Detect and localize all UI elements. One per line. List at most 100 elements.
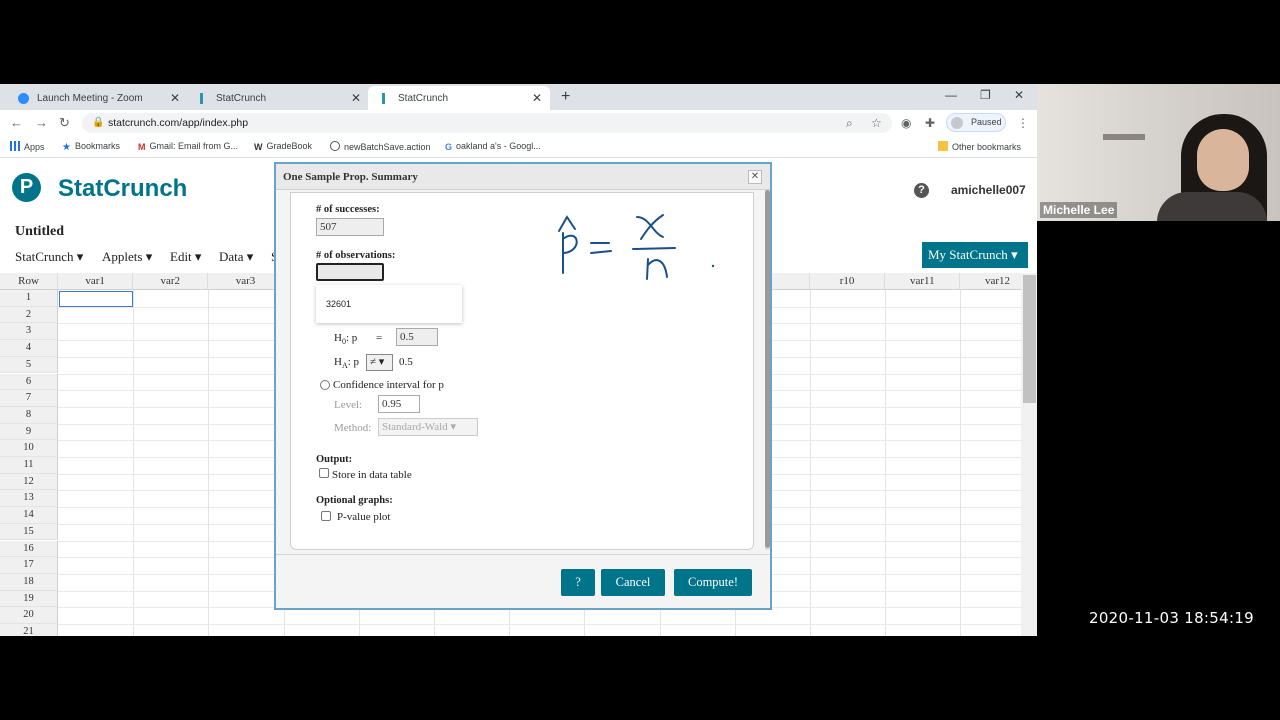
compute-button[interactable]: Compute! [674, 569, 752, 596]
selected-cell[interactable] [59, 291, 133, 307]
column-header[interactable]: var11 [885, 273, 961, 290]
cancel-button[interactable]: Cancel [601, 569, 665, 596]
other-bookmarks[interactable]: Other bookmarks [938, 141, 1021, 152]
row-label[interactable]: 10 [0, 440, 58, 457]
row-label[interactable]: 3 [0, 323, 58, 341]
autocomplete-suggestion[interactable]: 32601 [316, 285, 462, 323]
menu-applets[interactable]: Applets ▾ [102, 249, 152, 265]
zoom-lens-icon[interactable]: ⌕ [846, 116, 853, 131]
statcrunch-icon [200, 92, 208, 104]
row-label[interactable]: 2 [0, 306, 58, 324]
bookmarks-bar: Apps ★ Bookmarks M Gmail: Email from G... … [0, 136, 1037, 158]
forward-icon[interactable]: → [35, 115, 48, 130]
star-filled-icon: ★ [62, 142, 71, 153]
row-label[interactable]: 20 [0, 607, 58, 624]
ink-stroke [558, 215, 576, 232]
bookmark-oakland[interactable]: Goakland a's - Googl... [445, 141, 541, 152]
gmail-icon: M [138, 142, 146, 152]
close-icon[interactable]: ✕ [351, 91, 361, 105]
close-icon[interactable]: ✕ [748, 170, 762, 184]
row-label[interactable]: 12 [0, 473, 58, 491]
tab-bar: Launch Meeting - Zoom ✕ StatCrunch ✕ Sta… [0, 84, 1037, 110]
back-icon[interactable]: ← [10, 115, 23, 130]
menu-statcrunch[interactable]: StatCrunch ▾ [15, 249, 83, 265]
bookmark-gradebook[interactable]: W GradeBook [254, 141, 312, 152]
row-label[interactable]: 11 [0, 457, 58, 474]
help-button[interactable]: ? [561, 569, 595, 596]
row-label[interactable]: 16 [0, 540, 58, 558]
close-window-icon[interactable]: ✕ [1014, 88, 1024, 102]
dialog-footer: ? Cancel Compute! [276, 554, 770, 608]
row-label[interactable]: 6 [0, 373, 58, 391]
observations-input[interactable] [316, 263, 384, 281]
menu-edit[interactable]: Edit ▾ [170, 249, 201, 265]
row-label[interactable]: 19 [0, 590, 58, 608]
screen: Launch Meeting - Zoom ✕ StatCrunch ✕ Sta… [0, 0, 1280, 720]
column-header[interactable]: var1 [58, 273, 134, 290]
bookmark-newbatchsave[interactable]: newBatchSave.action [330, 141, 431, 152]
row-label[interactable]: 7 [0, 390, 58, 407]
row-label[interactable]: 14 [0, 507, 58, 524]
new-tab-icon[interactable]: + [561, 88, 570, 106]
pearson-logo-icon: P [12, 173, 41, 202]
minimize-icon[interactable]: — [945, 88, 957, 102]
ha-operator-select[interactable]: ≠ ▾ [366, 354, 393, 371]
column-divider [208, 290, 210, 636]
bookmark-gmail[interactable]: M Gmail: Email from G... [138, 141, 238, 152]
puzzle-icon[interactable]: ✚ [925, 116, 935, 130]
successes-input[interactable]: 507 [316, 218, 384, 236]
row-label[interactable]: 5 [0, 356, 58, 374]
row-label[interactable]: 8 [0, 406, 58, 424]
extension-circle-icon[interactable]: ◉ [901, 116, 911, 130]
vertical-scrollbar[interactable] [1021, 273, 1037, 636]
profile-button[interactable]: Paused [946, 113, 1006, 132]
bookmark-bookmarks[interactable]: ★ Bookmarks [62, 141, 120, 153]
help-icon[interactable]: ? [914, 183, 929, 198]
more-menu-icon[interactable]: ⋮ [1017, 116, 1029, 130]
scroll-thumb[interactable] [765, 190, 770, 548]
row-label[interactable]: 18 [0, 573, 58, 591]
pvalue-plot-checkbox[interactable] [321, 511, 331, 521]
address-bar[interactable]: 🔒 statcrunch.com/app/index.php [82, 113, 892, 133]
row-label[interactable]: 15 [0, 523, 58, 541]
h0-label: H0: p [334, 332, 358, 347]
participant-name: Michelle Lee [1040, 202, 1118, 218]
row-label[interactable]: 21 [0, 624, 58, 636]
h0-equals: = [376, 332, 383, 344]
bookmark-apps[interactable]: Apps [10, 141, 45, 152]
ink-dot [711, 264, 715, 268]
tab-statcrunch-2[interactable]: StatCrunch ✕ [368, 86, 550, 110]
profile-status: Paused [971, 117, 1002, 127]
restore-icon[interactable]: ❐ [980, 88, 991, 102]
column-divider [885, 290, 887, 636]
star-icon[interactable]: ☆ [871, 116, 882, 130]
scroll-thumb[interactable] [1023, 275, 1036, 403]
reload-icon[interactable]: ↻ [59, 115, 70, 131]
level-input[interactable]: 0.95 [378, 395, 420, 413]
row-label[interactable]: 4 [0, 340, 58, 357]
row-label[interactable]: 13 [0, 490, 58, 508]
my-statcrunch-button[interactable]: My StatCrunch ▾ [922, 242, 1028, 268]
method-select[interactable]: Standard-Wald ▾ [378, 418, 478, 436]
successes-label: # of successes: [316, 204, 380, 215]
tab-label: Launch Meeting - Zoom [37, 92, 143, 104]
ci-radio[interactable] [320, 380, 330, 390]
h0-value-input[interactable]: 0.5 [396, 328, 438, 346]
row-label[interactable]: 17 [0, 557, 58, 574]
gradebook-icon: W [254, 142, 263, 152]
folder-icon [938, 141, 948, 151]
column-header[interactable]: var3 [208, 273, 284, 290]
tab-zoom[interactable]: Launch Meeting - Zoom ✕ [4, 86, 188, 110]
row-label[interactable]: 1 [0, 290, 58, 307]
tab-statcrunch-1[interactable]: StatCrunch ✕ [186, 86, 369, 110]
username[interactable]: amichelle007 [951, 183, 1026, 197]
dialog-scrollbar[interactable] [765, 190, 770, 550]
close-icon[interactable]: ✕ [532, 91, 542, 105]
column-header[interactable]: var2 [133, 273, 209, 290]
tab-label: StatCrunch [398, 92, 449, 104]
menu-data[interactable]: Data ▾ [219, 249, 253, 265]
store-checkbox[interactable] [319, 468, 329, 478]
row-label[interactable]: 9 [0, 423, 58, 441]
column-header[interactable]: r10 [810, 273, 886, 290]
close-icon[interactable]: ✕ [170, 91, 180, 105]
